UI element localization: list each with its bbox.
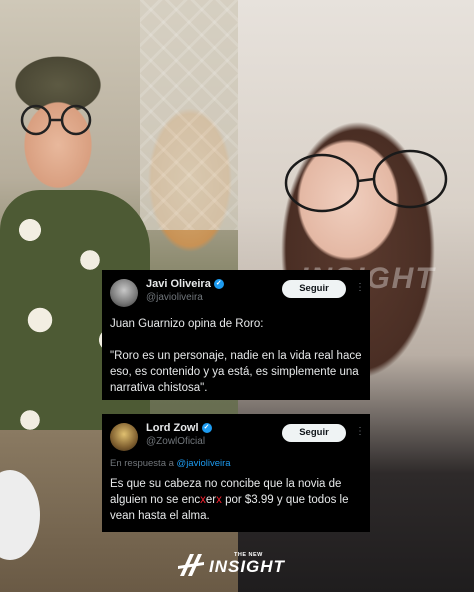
- verified-badge-icon: ✓: [201, 423, 212, 434]
- insight-logo-icon: [178, 554, 204, 576]
- the-new-insight-logo: THE NEW INSIGHT: [176, 548, 296, 582]
- logo-big-text: INSIGHT: [209, 557, 285, 576]
- more-dots-icon[interactable]: ⋮: [355, 426, 365, 437]
- tweet-quote: "Roro es un personaje, nadie en la vida …: [110, 350, 362, 394]
- wall-pattern: [140, 0, 238, 230]
- tweet-text-line1: Juan Guarnizo opina de Roro:: [110, 318, 264, 330]
- avatar[interactable]: [110, 423, 138, 451]
- tweet-card-zowl[interactable]: Lord Zowl ✓ @ZowlOficial Seguir ⋮ En resp…: [102, 414, 370, 532]
- display-name[interactable]: Javi Oliveira ✓: [146, 278, 224, 290]
- follow-button[interactable]: Seguir: [282, 280, 346, 298]
- man-glasses: [20, 104, 92, 136]
- avatar[interactable]: [110, 279, 138, 307]
- reply-prefix: En respuesta a: [110, 458, 174, 469]
- tweet-text: Es que su cabeza no concibe que la novia…: [110, 476, 368, 524]
- tweet-card-javi[interactable]: Javi Oliveira ✓ @javioliveira Seguir ⋮ Ju…: [102, 270, 370, 400]
- tweet-text-part2: er: [205, 494, 217, 506]
- reply-context: En respuesta a @javioliveira: [110, 458, 231, 469]
- handle[interactable]: @javioliveira: [146, 292, 203, 303]
- display-name[interactable]: Lord Zowl ✓: [146, 422, 212, 434]
- more-dots-icon[interactable]: ⋮: [355, 282, 365, 293]
- follow-button[interactable]: Seguir: [282, 424, 346, 442]
- girl-glasses: [284, 149, 448, 213]
- reply-handle-link[interactable]: @javioliveira: [177, 458, 231, 469]
- verified-badge-icon: ✓: [213, 279, 224, 290]
- handle[interactable]: @ZowlOficial: [146, 436, 205, 447]
